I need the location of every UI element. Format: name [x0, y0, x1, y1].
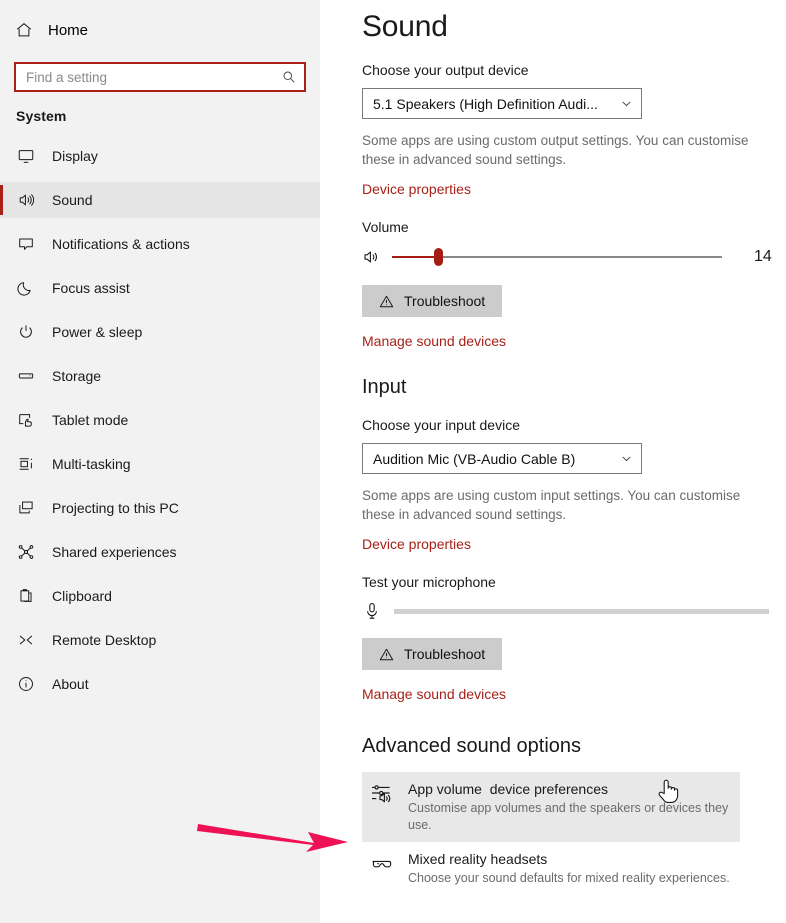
settings-window: Home System Display	[0, 0, 786, 923]
sidebar-item-label: Remote Desktop	[52, 632, 157, 648]
input-device-label: Choose your input device	[362, 417, 520, 433]
mixed-reality-subtitle: Choose your sound defaults for mixed rea…	[408, 871, 730, 885]
warning-triangle-icon	[379, 294, 394, 309]
vr-headset-icon	[368, 850, 394, 876]
volume-track-fill	[392, 256, 439, 258]
sidebar-item-label: Power & sleep	[52, 324, 143, 340]
sidebar-item-label: Sound	[52, 192, 93, 208]
output-device-value: 5.1 Speakers (High Definition Audi...	[373, 95, 598, 112]
output-troubleshoot-button[interactable]: Troubleshoot	[362, 285, 503, 317]
sidebar-item-sound[interactable]: Sound	[0, 182, 320, 218]
sidebar-item-label: Notifications & actions	[52, 236, 190, 252]
sidebar-item-power-sleep[interactable]: Power & sleep	[0, 314, 320, 350]
troubleshoot-label: Troubleshoot	[404, 646, 486, 662]
volume-slider-thumb[interactable]	[434, 248, 444, 266]
output-device-properties-link[interactable]: Device properties	[328, 179, 471, 199]
volume-label: Volume	[362, 219, 409, 235]
sidebar-item-label: Shared experiences	[52, 544, 177, 560]
test-microphone-label: Test your microphone	[362, 574, 496, 590]
search-input[interactable]	[26, 64, 282, 90]
page-title: Sound	[362, 10, 448, 43]
drive-icon	[16, 366, 36, 386]
sidebar-item-tablet-mode[interactable]: Tablet mode	[0, 402, 320, 438]
input-troubleshoot-button[interactable]: Troubleshoot	[362, 638, 503, 670]
mixed-reality-headsets-row[interactable]: Mixed reality headsets Choose your sound…	[362, 842, 740, 895]
tablet-hand-icon	[16, 410, 36, 430]
sidebar-home-label: Home	[48, 21, 89, 39]
volume-slider[interactable]	[392, 246, 722, 268]
sidebar-item-label: Clipboard	[52, 588, 112, 604]
app-volume-title: App volume device preferences	[408, 781, 608, 797]
sidebar-item-about[interactable]: About	[0, 666, 320, 702]
sidebar-item-multi-tasking[interactable]: Multi-tasking	[0, 446, 320, 482]
sidebar-item-remote-desktop[interactable]: Remote Desktop	[0, 622, 320, 658]
sidebar-item-display[interactable]: Display	[0, 138, 320, 174]
sidebar-item-shared-experiences[interactable]: Shared experiences	[0, 534, 320, 570]
volume-value: 14	[754, 248, 772, 265]
sidebar-item-label: Multi-tasking	[52, 456, 131, 472]
advanced-section-title: Advanced sound options	[362, 735, 582, 757]
search-box[interactable]	[14, 62, 306, 92]
sidebar-item-home[interactable]: Home	[0, 10, 320, 50]
sidebar-item-focus-assist[interactable]: Focus assist	[0, 270, 320, 306]
power-icon	[16, 322, 36, 342]
volume-slider-row: 14	[328, 243, 786, 271]
share-nodes-icon	[16, 542, 36, 562]
output-helper-text: Some apps are using custom output settin…	[362, 133, 749, 167]
main-content: Sound Choose your output device 5.1 Spea…	[320, 0, 786, 923]
sidebar-item-label: Display	[52, 148, 98, 164]
microphone-icon	[362, 601, 382, 621]
home-icon	[14, 20, 34, 40]
sidebar-group-title: System	[16, 108, 67, 124]
microphone-level-row	[328, 598, 786, 624]
app-volume-device-preferences-row[interactable]: App volume device preferences Customise …	[362, 772, 740, 842]
app-volume-subtitle: Customise app volumes and the speakers o…	[408, 801, 729, 832]
input-device-properties-link[interactable]: Device properties	[328, 534, 471, 554]
input-helper-text: Some apps are using custom input setting…	[362, 488, 741, 522]
sidebar-item-label: Focus assist	[52, 280, 130, 296]
sidebar-nav-list: Display Sound Notifications & actions Fo…	[0, 138, 320, 702]
mixed-reality-text-block: Mixed reality headsets Choose your sound…	[408, 850, 730, 887]
app-volume-text-block: App volume device preferences Customise …	[408, 779, 740, 834]
sidebar-item-label: About	[52, 676, 89, 692]
sidebar-item-projecting-to-this-pc[interactable]: Projecting to this PC	[0, 490, 320, 526]
troubleshoot-label: Troubleshoot	[404, 293, 486, 309]
sidebar-item-label: Tablet mode	[52, 412, 129, 428]
remote-desktop-icon	[16, 630, 36, 650]
search-icon	[282, 70, 296, 84]
input-manage-sound-devices-link[interactable]: Manage sound devices	[328, 684, 506, 704]
chat-bubble-icon	[16, 234, 36, 254]
input-device-select[interactable]: Audition Mic (VB-Audio Cable B)	[362, 443, 642, 474]
sidebar: Home System Display	[0, 0, 320, 923]
output-device-select[interactable]: 5.1 Speakers (High Definition Audi...	[362, 88, 642, 119]
sidebar-item-label: Storage	[52, 368, 102, 384]
moon-icon	[16, 278, 36, 298]
project-screen-icon	[16, 498, 36, 518]
output-manage-sound-devices-link[interactable]: Manage sound devices	[328, 331, 506, 351]
input-device-value: Audition Mic (VB-Audio Cable B)	[373, 450, 576, 467]
sidebar-item-storage[interactable]: Storage	[0, 358, 320, 394]
speaker-icon	[362, 248, 382, 266]
sidebar-item-clipboard[interactable]: Clipboard	[0, 578, 320, 614]
chevron-down-icon	[620, 97, 633, 110]
chevron-down-icon	[620, 452, 633, 465]
output-device-label: Choose your output device	[362, 62, 529, 78]
warning-triangle-icon	[379, 647, 394, 662]
multitask-icon	[16, 454, 36, 474]
microphone-level-bar	[394, 608, 769, 614]
info-icon	[16, 674, 36, 694]
input-section-title: Input	[362, 376, 407, 398]
clipboard-icon	[16, 586, 36, 606]
mixed-reality-title: Mixed reality headsets	[408, 851, 548, 867]
sidebar-item-label: Projecting to this PC	[52, 500, 179, 516]
app-volume-mixer-icon	[368, 780, 394, 806]
speaker-icon	[16, 190, 36, 210]
monitor-icon	[16, 146, 36, 166]
sidebar-item-notifications-actions[interactable]: Notifications & actions	[0, 226, 320, 262]
